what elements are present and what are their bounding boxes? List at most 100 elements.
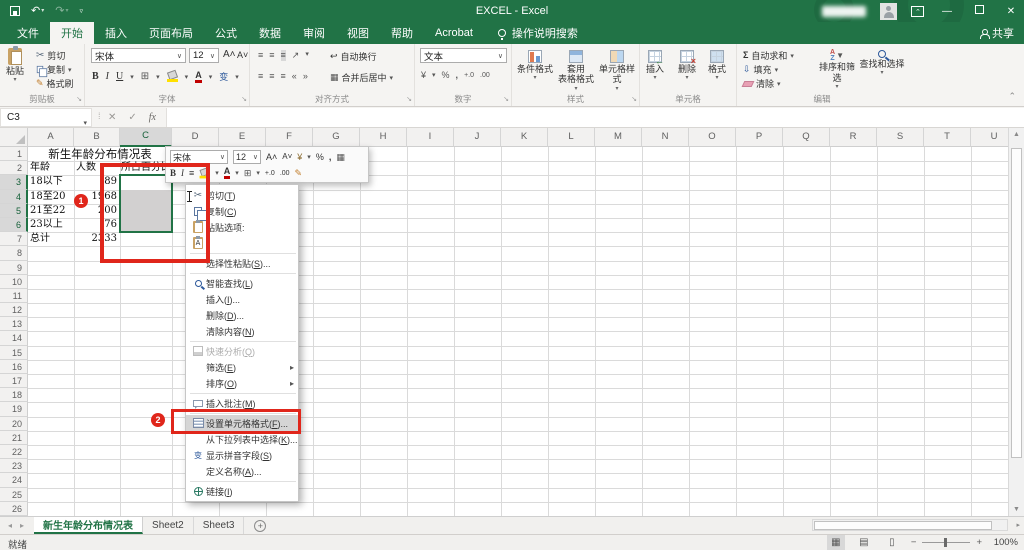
column-header-E[interactable]: E xyxy=(219,128,266,147)
grow-font-button[interactable]: A˄ xyxy=(223,49,236,60)
sheet-nav-prev-icon[interactable]: ◂ xyxy=(8,521,12,530)
vertical-scrollbar[interactable]: ▲ ▼ xyxy=(1008,128,1024,516)
tab-help[interactable]: 帮助 xyxy=(380,22,424,44)
format-cells-ribbon-button[interactable]: 格式▾ xyxy=(708,50,726,81)
row-header-11[interactable]: 11 xyxy=(0,289,28,303)
tab-home[interactable]: 开始 xyxy=(50,22,94,44)
column-header-F[interactable]: F xyxy=(266,128,313,147)
tab-page-layout[interactable]: 页面布局 xyxy=(138,22,204,44)
page-break-view-button[interactable]: ▯ xyxy=(883,535,901,550)
format-as-table-button[interactable]: 套用表格格式▾ xyxy=(556,50,596,92)
context-menu-item-link[interactable]: 链接(I) xyxy=(186,483,298,499)
column-header-G[interactable]: G xyxy=(313,128,360,147)
shrink-font-button[interactable]: A˅ xyxy=(237,50,248,60)
zoom-in-button[interactable]: + xyxy=(976,537,982,548)
zoom-level[interactable]: 100% xyxy=(992,537,1018,548)
number-format-select[interactable]: 文本∨ xyxy=(420,48,507,63)
row-header-10[interactable]: 10 xyxy=(0,275,28,289)
mini-increase-decimal-icon[interactable]: +.0 xyxy=(265,170,275,177)
close-button[interactable]: ✕ xyxy=(1002,6,1020,17)
mini-comma-icon[interactable]: , xyxy=(329,153,332,162)
tab-data[interactable]: 数据 xyxy=(248,22,292,44)
row-header-1[interactable]: 1 xyxy=(0,147,28,161)
increase-indent-icon[interactable]: » xyxy=(303,71,308,81)
bold-button[interactable]: B xyxy=(92,71,99,82)
context-menu-item-show-phonetic[interactable]: 变显示拼音字段(S) xyxy=(186,447,298,463)
new-sheet-button[interactable]: + xyxy=(254,520,266,532)
column-header-T[interactable]: T xyxy=(924,128,971,147)
horizontal-scroll-thumb[interactable] xyxy=(814,521,992,530)
format-painter-button[interactable]: ✎格式刷 xyxy=(36,77,74,90)
font-color-icon[interactable]: A xyxy=(195,71,202,83)
column-header-O[interactable]: O xyxy=(689,128,736,147)
clear-button[interactable]: 清除▾ xyxy=(743,77,794,90)
decrease-indent-icon[interactable]: « xyxy=(292,71,297,81)
row-header-7[interactable]: 7 xyxy=(0,232,28,246)
row-header-8[interactable]: 8 xyxy=(0,246,28,260)
merge-center-button[interactable]: ▦合并后居中▾ xyxy=(330,71,393,84)
formula-input[interactable] xyxy=(166,108,1024,127)
cell-A1[interactable]: 新生年龄分布情况表 xyxy=(28,147,172,161)
row-header-12[interactable]: 12 xyxy=(0,303,28,317)
dialog-launcher-alignment[interactable]: ↘ xyxy=(406,96,412,103)
row-header-2[interactable]: 2 xyxy=(0,161,28,175)
column-header-J[interactable]: J xyxy=(454,128,501,147)
mini-format-painter-icon[interactable]: ✎ xyxy=(295,169,303,178)
column-header-A[interactable]: A xyxy=(28,128,74,147)
context-menu-item-clear-contents[interactable]: 清除内容(N) xyxy=(186,323,298,339)
zoom-out-button[interactable]: − xyxy=(911,537,917,548)
align-right-icon[interactable]: ≡ xyxy=(281,71,286,81)
sheet-tab-2[interactable]: Sheet2 xyxy=(143,517,194,534)
font-name-select[interactable]: 宋体∨ xyxy=(91,48,186,63)
maximize-button[interactable] xyxy=(970,5,988,17)
context-menu-item-delete[interactable]: 删除(D)... xyxy=(186,307,298,323)
percent-style-icon[interactable]: % xyxy=(442,70,450,80)
align-middle-icon[interactable]: ≡ xyxy=(269,50,274,61)
dialog-launcher-styles[interactable]: ↘ xyxy=(631,96,637,103)
dialog-launcher-number[interactable]: ↘ xyxy=(503,96,509,103)
align-left-icon[interactable]: ≡ xyxy=(258,71,263,81)
row-header-24[interactable]: 24 xyxy=(0,473,28,487)
decrease-decimal-icon[interactable]: .00 xyxy=(480,72,490,79)
delete-cells-button[interactable]: × 删除▾ xyxy=(678,50,696,81)
insert-function-icon[interactable]: fx xyxy=(149,112,156,123)
row-header-16[interactable]: 16 xyxy=(0,360,28,374)
name-box[interactable]: C3▾ xyxy=(0,108,92,127)
mini-font-name-select[interactable]: 宋体∨ xyxy=(170,150,228,164)
increase-decimal-icon[interactable]: +.0 xyxy=(464,72,474,79)
column-header-R[interactable]: R xyxy=(830,128,877,147)
dialog-launcher-clipboard[interactable]: ↘ xyxy=(76,96,82,103)
row-header-20[interactable]: 20 xyxy=(0,417,28,431)
cell-A2[interactable]: 年龄 xyxy=(28,161,74,175)
sheet-tab-3[interactable]: Sheet3 xyxy=(194,517,245,534)
fill-color-icon[interactable] xyxy=(167,71,178,82)
column-header-L[interactable]: L xyxy=(548,128,595,147)
cell-styles-button[interactable]: 单元格样式▾ xyxy=(596,50,638,92)
row-header-21[interactable]: 21 xyxy=(0,431,28,445)
find-select-button[interactable]: 查找和选择▾ xyxy=(859,50,905,76)
align-top-icon[interactable]: ≡ xyxy=(258,50,263,61)
tab-formulas[interactable]: 公式 xyxy=(204,22,248,44)
zoom-slider-thumb[interactable] xyxy=(944,538,947,547)
copy-button[interactable]: 复制▾ xyxy=(36,63,74,76)
column-header-C[interactable]: C xyxy=(120,128,172,147)
column-header-K[interactable]: K xyxy=(501,128,548,147)
row-header-13[interactable]: 13 xyxy=(0,317,28,331)
mini-percent-icon[interactable]: % xyxy=(316,153,324,162)
cut-button[interactable]: ✂剪切 xyxy=(36,49,74,62)
collapse-ribbon-button[interactable]: ⌃ xyxy=(1008,91,1016,102)
mini-merge-icon[interactable]: ▦ xyxy=(336,153,345,162)
align-bottom-icon[interactable]: ≡ xyxy=(281,50,286,61)
autosum-button[interactable]: Σ自动求和▾ xyxy=(743,49,794,62)
context-menu-item-sort[interactable]: 排序(O)▸ xyxy=(186,375,298,391)
column-header-H[interactable]: H xyxy=(360,128,407,147)
row-header-6[interactable]: 6 xyxy=(0,218,28,232)
user-avatar[interactable] xyxy=(880,3,897,20)
column-header-N[interactable]: N xyxy=(642,128,689,147)
tab-review[interactable]: 审阅 xyxy=(292,22,336,44)
row-header-25[interactable]: 25 xyxy=(0,488,28,502)
tell-me-search[interactable]: 操作说明搜索 xyxy=(498,22,578,44)
column-header-S[interactable]: S xyxy=(877,128,924,147)
borders-icon[interactable]: ⊞ xyxy=(141,71,149,82)
row-header-23[interactable]: 23 xyxy=(0,459,28,473)
